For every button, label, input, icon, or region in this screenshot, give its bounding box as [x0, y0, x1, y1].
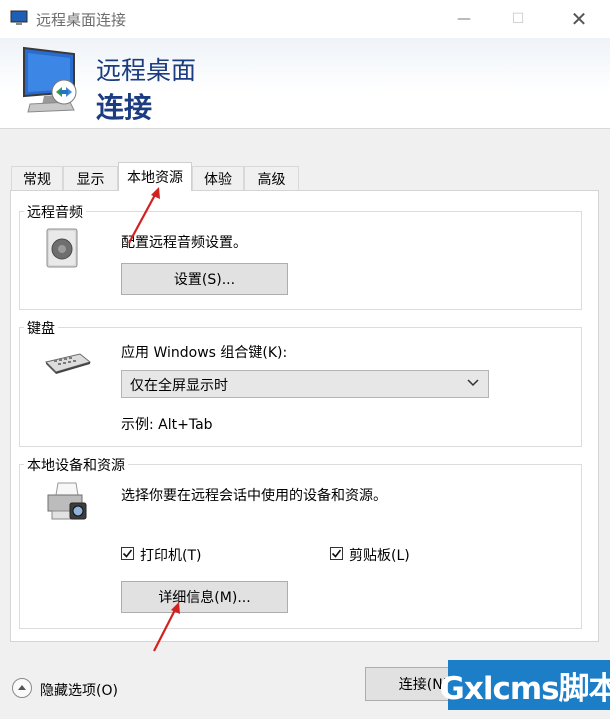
- hide-options-label[interactable]: 隐藏选项(O): [40, 680, 118, 700]
- tab-experience[interactable]: 体验: [192, 166, 244, 190]
- banner-title: 远程桌面: [96, 56, 197, 85]
- banner-subtitle: 连接: [96, 91, 153, 124]
- annotation-arrow-icon: [153, 602, 180, 652]
- minimize-button[interactable]: —: [441, 0, 487, 38]
- maximize-button[interactable]: ☐: [495, 0, 541, 38]
- close-icon: ✕: [570, 7, 588, 31]
- hide-options-toggle[interactable]: [12, 678, 32, 698]
- remote-desktop-app-icon: [10, 10, 28, 25]
- audio-settings-button[interactable]: 设置(S)...: [121, 263, 288, 295]
- windows-keys-label: 应用 Windows 组合键(K):: [121, 345, 288, 361]
- remote-audio-title: 远程音频: [24, 202, 86, 222]
- windows-keys-selected-value: 仅在全屏显示时: [130, 378, 228, 394]
- minimize-icon: —: [457, 11, 471, 27]
- more-details-button[interactable]: 详细信息(M)...: [121, 581, 288, 613]
- close-button[interactable]: ✕: [556, 0, 602, 38]
- maximize-icon: ☐: [511, 11, 525, 27]
- local-devices-title: 本地设备和资源: [24, 455, 128, 475]
- window-title: 远程桌面连接: [36, 11, 127, 29]
- site-watermark: Gxlcms脚本: [439, 660, 610, 710]
- keyboard-example-text: 示例: Alt+Tab: [121, 417, 213, 433]
- remote-monitor-icon: [23, 46, 77, 113]
- chevron-up-icon: [18, 685, 26, 690]
- local-devices-description: 选择你要在远程会话中使用的设备和资源。: [121, 488, 387, 504]
- clipboard-checkbox[interactable]: [330, 547, 343, 560]
- printers-label[interactable]: 打印机(T): [140, 545, 201, 565]
- speaker-icon: [46, 228, 78, 268]
- windows-keys-dropdown[interactable]: 仅在全屏显示时: [121, 370, 489, 398]
- header-banner: [0, 38, 610, 129]
- tab-display[interactable]: 显示: [63, 166, 118, 190]
- printer-icon: [47, 482, 87, 520]
- remote-audio-group: [19, 211, 582, 310]
- tab-advanced[interactable]: 高级: [244, 166, 299, 190]
- printers-checkbox[interactable]: [121, 547, 134, 560]
- checkmark-icon: [122, 549, 133, 558]
- clipboard-label[interactable]: 剪贴板(L): [349, 545, 410, 565]
- keyboard-icon: [45, 353, 92, 374]
- checkmark-icon: [331, 549, 342, 558]
- annotation-arrow-icon: [128, 187, 160, 244]
- keyboard-title: 键盘: [24, 318, 58, 338]
- chevron-down-icon: [467, 379, 479, 387]
- tab-general[interactable]: 常规: [11, 166, 63, 190]
